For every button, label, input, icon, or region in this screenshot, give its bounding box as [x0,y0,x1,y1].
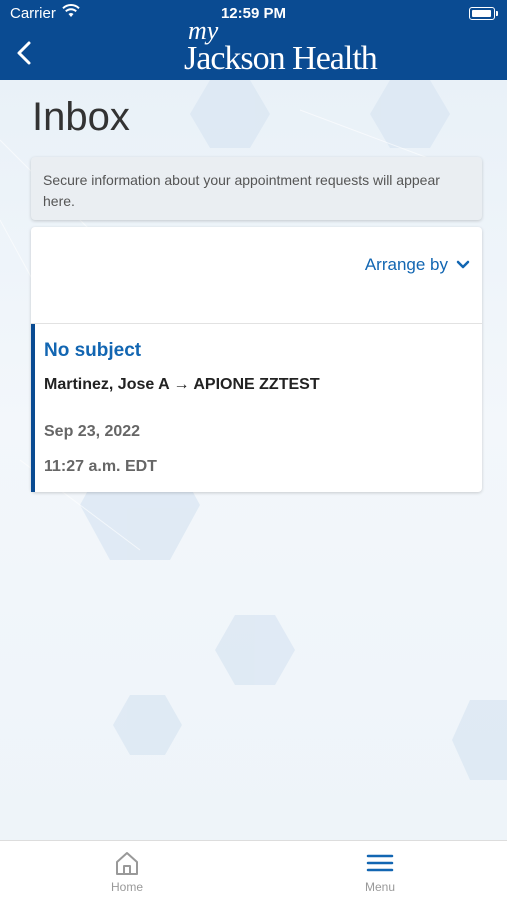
battery-icon [469,7,498,20]
arrange-by-button[interactable]: Arrange by [365,255,470,275]
page-title: Inbox [32,95,130,139]
chevron-down-icon [456,260,470,269]
back-button[interactable] [12,38,38,68]
inbox-card: Arrange by No subject Martinez, Jose A →… [31,227,482,492]
tab-menu[interactable]: Menu [335,849,425,894]
message-time: 11:27 a.m. EDT [44,458,157,475]
home-icon [116,852,138,875]
bottom-tab-bar: Home Menu [0,840,507,900]
tab-menu-label: Menu [364,880,396,894]
tab-home[interactable]: Home [82,849,172,894]
notice-text: Secure information about your appointmen… [43,172,440,209]
message-item[interactable]: No subject Martinez, Jose A → APIONE ZZT… [31,324,482,492]
message-date: Sep 23, 2022 [44,423,141,440]
message-subject: No subject [44,340,142,361]
tab-home-label: Home [110,880,143,894]
hamburger-menu-icon [366,854,394,872]
chevron-left-icon [17,41,31,65]
logo-name: Jackson Health [184,40,378,77]
app-logo: my Jackson Health [182,16,382,78]
info-notice: Secure information about your appointmen… [31,157,482,220]
arrange-by-label: Arrange by [364,255,448,274]
message-route: Martinez, Jose A → APIONE ZZTEST [44,376,320,393]
app-header: Carrier 12:59 PM my Jackson Health [0,0,507,80]
